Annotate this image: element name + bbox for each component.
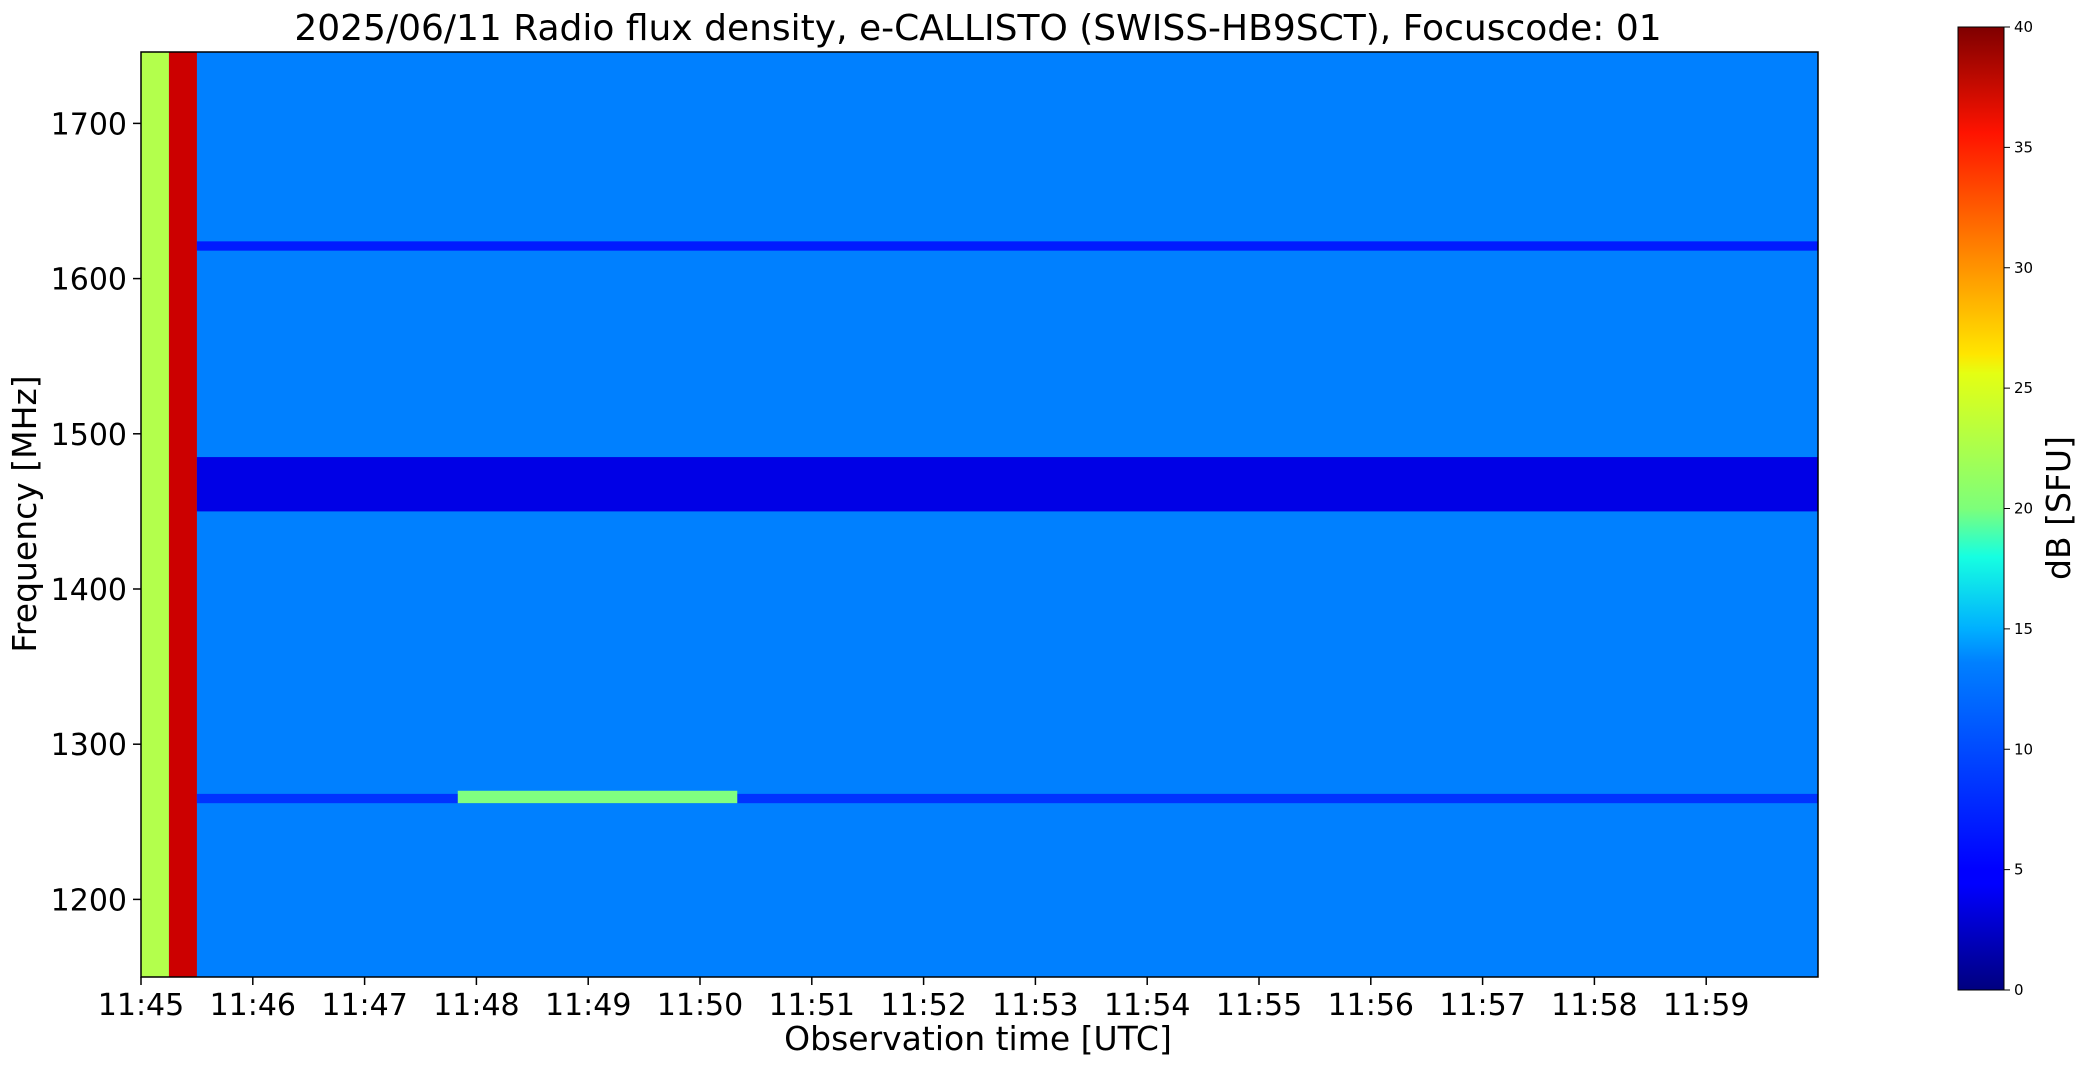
- colorbar-gradient: [1957, 26, 2005, 991]
- heatmap-band: [168, 52, 197, 977]
- x-tick-label: 11:58: [1551, 988, 1637, 1023]
- heatmap-band: [457, 790, 738, 804]
- y-axis-label: Frequency [MHz]: [5, 375, 44, 652]
- colorbar-label: dB [SFU]: [2039, 436, 2078, 580]
- x-tick-label: 11:59: [1663, 988, 1749, 1023]
- plot-area: [140, 51, 1819, 978]
- y-axis: 1200 1300 1400 1500 1600 1700: [51, 107, 141, 918]
- x-axis-label: Observation time [UTC]: [784, 1019, 1172, 1058]
- colorbar-tick-label: 20: [2014, 500, 2033, 518]
- plot-background: [141, 52, 1818, 977]
- colorbar-ticks: 0 5 10 15 20 25 30 35 40: [2004, 18, 2033, 999]
- chart-title: 2025/06/11 Radio flux density, e-CALLIST…: [294, 8, 1661, 49]
- colorbar-tick-label: 5: [2014, 861, 2024, 879]
- y-tick-label: 1600: [51, 263, 127, 298]
- colorbar: 0 5 10 15 20 25 30 35 40 dB [SFU]: [1957, 18, 2078, 999]
- x-tick-label: 11:49: [545, 988, 631, 1023]
- x-tick-label: 11:45: [98, 988, 184, 1023]
- colorbar-tick-label: 30: [2014, 259, 2033, 277]
- colorbar-tick-label: 10: [2014, 740, 2033, 758]
- y-tick-label: 1700: [51, 107, 127, 142]
- x-tick-label: 11:55: [1216, 988, 1302, 1023]
- x-tick-label: 11:51: [769, 988, 855, 1023]
- colorbar-tick-label: 15: [2014, 620, 2033, 638]
- colorbar-tick-label: 0: [2014, 981, 2024, 999]
- x-tick-label: 11:52: [880, 988, 966, 1023]
- heatmap-band: [196, 241, 1818, 251]
- x-tick-label: 11:48: [433, 988, 519, 1023]
- heatmap-band: [141, 52, 169, 977]
- colorbar-tick-label: 25: [2014, 379, 2033, 397]
- x-tick-label: 11:54: [1104, 988, 1190, 1023]
- spectrogram-figure: 2025/06/11 Radio flux density, e-CALLIST…: [5, 8, 2078, 1058]
- y-tick-label: 1200: [51, 883, 127, 918]
- x-tick-label: 11:47: [321, 988, 407, 1023]
- x-tick-label: 11:50: [657, 988, 743, 1023]
- x-tick-label: 11:46: [210, 988, 296, 1023]
- x-tick-label: 11:53: [992, 988, 1078, 1023]
- y-tick-label: 1300: [51, 728, 127, 763]
- heatmap-band: [196, 793, 1818, 804]
- colorbar-tick-label: 40: [2014, 18, 2033, 36]
- x-tick-label: 11:57: [1439, 988, 1525, 1023]
- colorbar-tick-label: 35: [2014, 138, 2033, 156]
- x-tick-label: 11:56: [1328, 988, 1414, 1023]
- y-tick-label: 1400: [51, 573, 127, 608]
- heatmap-band: [196, 457, 1818, 512]
- x-axis: 11:45 11:46 11:47 11:48 11:49 11:50 11:51 11:52…: [98, 977, 1749, 1023]
- y-tick-label: 1500: [51, 418, 127, 453]
